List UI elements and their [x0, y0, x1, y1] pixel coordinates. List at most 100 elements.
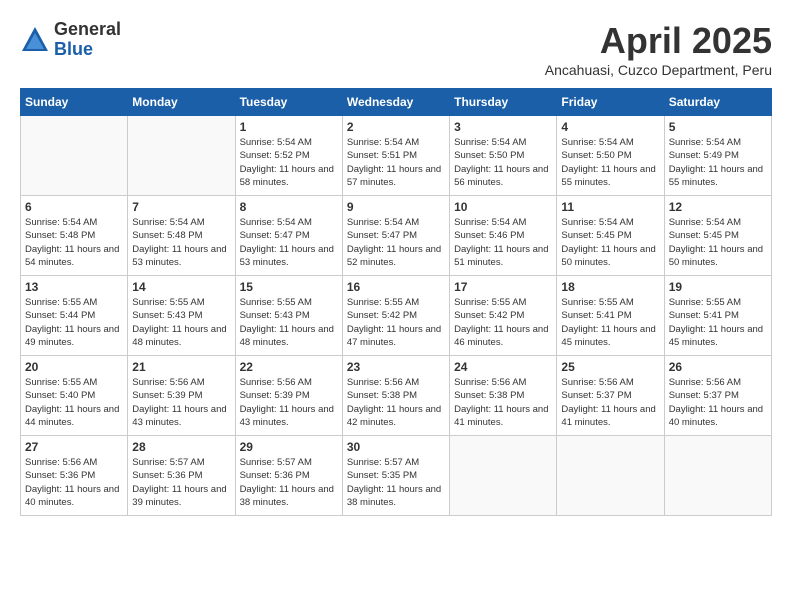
calendar-day: 10 Sunrise: 5:54 AM Sunset: 5:46 PM Dayli… — [450, 196, 557, 276]
day-number: 14 — [132, 280, 230, 294]
day-number: 13 — [25, 280, 123, 294]
calendar-day: 21 Sunrise: 5:56 AM Sunset: 5:39 PM Dayli… — [128, 356, 235, 436]
calendar-day: 30 Sunrise: 5:57 AM Sunset: 5:35 PM Dayli… — [342, 436, 449, 516]
calendar-day: 15 Sunrise: 5:55 AM Sunset: 5:43 PM Dayli… — [235, 276, 342, 356]
day-number: 18 — [561, 280, 659, 294]
day-number: 19 — [669, 280, 767, 294]
calendar-day: 14 Sunrise: 5:55 AM Sunset: 5:43 PM Dayli… — [128, 276, 235, 356]
day-info: Sunrise: 5:54 AM Sunset: 5:45 PM Dayligh… — [669, 216, 767, 269]
week-row-1: 1 Sunrise: 5:54 AM Sunset: 5:52 PM Daylig… — [21, 116, 772, 196]
day-number: 5 — [669, 120, 767, 134]
day-header-sunday: Sunday — [21, 89, 128, 116]
day-number: 2 — [347, 120, 445, 134]
day-number: 3 — [454, 120, 552, 134]
day-header-saturday: Saturday — [664, 89, 771, 116]
page-header: General Blue April 2025 Ancahuasi, Cuzco… — [20, 20, 772, 78]
day-number: 16 — [347, 280, 445, 294]
day-info: Sunrise: 5:56 AM Sunset: 5:39 PM Dayligh… — [132, 376, 230, 429]
calendar-day: 24 Sunrise: 5:56 AM Sunset: 5:38 PM Dayli… — [450, 356, 557, 436]
day-info: Sunrise: 5:54 AM Sunset: 5:49 PM Dayligh… — [669, 136, 767, 189]
day-info: Sunrise: 5:57 AM Sunset: 5:35 PM Dayligh… — [347, 456, 445, 509]
day-number: 6 — [25, 200, 123, 214]
logo: General Blue — [20, 20, 121, 60]
day-header-monday: Monday — [128, 89, 235, 116]
calendar-table: SundayMondayTuesdayWednesdayThursdayFrid… — [20, 88, 772, 516]
day-number: 22 — [240, 360, 338, 374]
calendar-day: 28 Sunrise: 5:57 AM Sunset: 5:36 PM Dayli… — [128, 436, 235, 516]
week-row-5: 27 Sunrise: 5:56 AM Sunset: 5:36 PM Dayli… — [21, 436, 772, 516]
day-number: 27 — [25, 440, 123, 454]
calendar-day — [21, 116, 128, 196]
day-info: Sunrise: 5:56 AM Sunset: 5:36 PM Dayligh… — [25, 456, 123, 509]
day-number: 29 — [240, 440, 338, 454]
day-header-thursday: Thursday — [450, 89, 557, 116]
calendar-day — [664, 436, 771, 516]
day-info: Sunrise: 5:54 AM Sunset: 5:46 PM Dayligh… — [454, 216, 552, 269]
day-number: 21 — [132, 360, 230, 374]
calendar-day: 17 Sunrise: 5:55 AM Sunset: 5:42 PM Dayli… — [450, 276, 557, 356]
day-number: 15 — [240, 280, 338, 294]
day-number: 26 — [669, 360, 767, 374]
day-info: Sunrise: 5:54 AM Sunset: 5:50 PM Dayligh… — [561, 136, 659, 189]
day-number: 10 — [454, 200, 552, 214]
calendar-day: 13 Sunrise: 5:55 AM Sunset: 5:44 PM Dayli… — [21, 276, 128, 356]
calendar-day: 3 Sunrise: 5:54 AM Sunset: 5:50 PM Daylig… — [450, 116, 557, 196]
calendar-day: 23 Sunrise: 5:56 AM Sunset: 5:38 PM Dayli… — [342, 356, 449, 436]
day-info: Sunrise: 5:54 AM Sunset: 5:52 PM Dayligh… — [240, 136, 338, 189]
calendar-day: 26Sunrise: 5:56 AM Sunset: 5:37 PM Dayli… — [664, 356, 771, 436]
day-number: 8 — [240, 200, 338, 214]
day-number: 28 — [132, 440, 230, 454]
calendar-day: 20 Sunrise: 5:55 AM Sunset: 5:40 PM Dayli… — [21, 356, 128, 436]
day-number: 23 — [347, 360, 445, 374]
logo-general-text: General — [54, 20, 121, 40]
day-info: Sunrise: 5:55 AM Sunset: 5:43 PM Dayligh… — [240, 296, 338, 349]
day-number: 24 — [454, 360, 552, 374]
day-number: 30 — [347, 440, 445, 454]
day-header-wednesday: Wednesday — [342, 89, 449, 116]
logo-icon — [20, 25, 50, 55]
day-number: 4 — [561, 120, 659, 134]
day-info: Sunrise: 5:54 AM Sunset: 5:47 PM Dayligh… — [347, 216, 445, 269]
calendar-day: 19Sunrise: 5:55 AM Sunset: 5:41 PM Dayli… — [664, 276, 771, 356]
calendar-day: 1 Sunrise: 5:54 AM Sunset: 5:52 PM Daylig… — [235, 116, 342, 196]
calendar-day: 16 Sunrise: 5:55 AM Sunset: 5:42 PM Dayli… — [342, 276, 449, 356]
day-info: Sunrise: 5:54 AM Sunset: 5:47 PM Dayligh… — [240, 216, 338, 269]
calendar-day — [128, 116, 235, 196]
calendar-day: 6Sunrise: 5:54 AM Sunset: 5:48 PM Daylig… — [21, 196, 128, 276]
day-info: Sunrise: 5:55 AM Sunset: 5:44 PM Dayligh… — [25, 296, 123, 349]
calendar-header-row: SundayMondayTuesdayWednesdayThursdayFrid… — [21, 89, 772, 116]
calendar-day: 29 Sunrise: 5:57 AM Sunset: 5:36 PM Dayli… — [235, 436, 342, 516]
location-title: Ancahuasi, Cuzco Department, Peru — [545, 62, 772, 78]
day-info: Sunrise: 5:54 AM Sunset: 5:51 PM Dayligh… — [347, 136, 445, 189]
day-info: Sunrise: 5:55 AM Sunset: 5:43 PM Dayligh… — [132, 296, 230, 349]
calendar-day: 12 Sunrise: 5:54 AM Sunset: 5:45 PM Dayli… — [664, 196, 771, 276]
calendar-day: 25 Sunrise: 5:56 AM Sunset: 5:37 PM Dayli… — [557, 356, 664, 436]
calendar-day: 8 Sunrise: 5:54 AM Sunset: 5:47 PM Daylig… — [235, 196, 342, 276]
day-info: Sunrise: 5:56 AM Sunset: 5:38 PM Dayligh… — [347, 376, 445, 429]
day-info: Sunrise: 5:54 AM Sunset: 5:45 PM Dayligh… — [561, 216, 659, 269]
calendar-day: 7Sunrise: 5:54 AM Sunset: 5:48 PM Daylig… — [128, 196, 235, 276]
day-number: 20 — [25, 360, 123, 374]
day-number: 25 — [561, 360, 659, 374]
calendar-day — [450, 436, 557, 516]
day-number: 17 — [454, 280, 552, 294]
day-info: Sunrise: 5:55 AM Sunset: 5:42 PM Dayligh… — [454, 296, 552, 349]
calendar-day: 18Sunrise: 5:55 AM Sunset: 5:41 PM Dayli… — [557, 276, 664, 356]
week-row-3: 13 Sunrise: 5:55 AM Sunset: 5:44 PM Dayli… — [21, 276, 772, 356]
day-info: Sunrise: 5:56 AM Sunset: 5:38 PM Dayligh… — [454, 376, 552, 429]
day-info: Sunrise: 5:54 AM Sunset: 5:50 PM Dayligh… — [454, 136, 552, 189]
calendar-day: 2 Sunrise: 5:54 AM Sunset: 5:51 PM Daylig… — [342, 116, 449, 196]
day-info: Sunrise: 5:57 AM Sunset: 5:36 PM Dayligh… — [132, 456, 230, 509]
day-header-tuesday: Tuesday — [235, 89, 342, 116]
day-info: Sunrise: 5:55 AM Sunset: 5:42 PM Dayligh… — [347, 296, 445, 349]
day-info: Sunrise: 5:57 AM Sunset: 5:36 PM Dayligh… — [240, 456, 338, 509]
day-number: 12 — [669, 200, 767, 214]
logo-blue-text: Blue — [54, 40, 121, 60]
week-row-4: 20 Sunrise: 5:55 AM Sunset: 5:40 PM Dayli… — [21, 356, 772, 436]
month-title: April 2025 — [545, 20, 772, 62]
day-info: Sunrise: 5:55 AM Sunset: 5:40 PM Dayligh… — [25, 376, 123, 429]
day-number: 9 — [347, 200, 445, 214]
calendar-day — [557, 436, 664, 516]
day-info: Sunrise: 5:56 AM Sunset: 5:37 PM Dayligh… — [561, 376, 659, 429]
day-number: 1 — [240, 120, 338, 134]
